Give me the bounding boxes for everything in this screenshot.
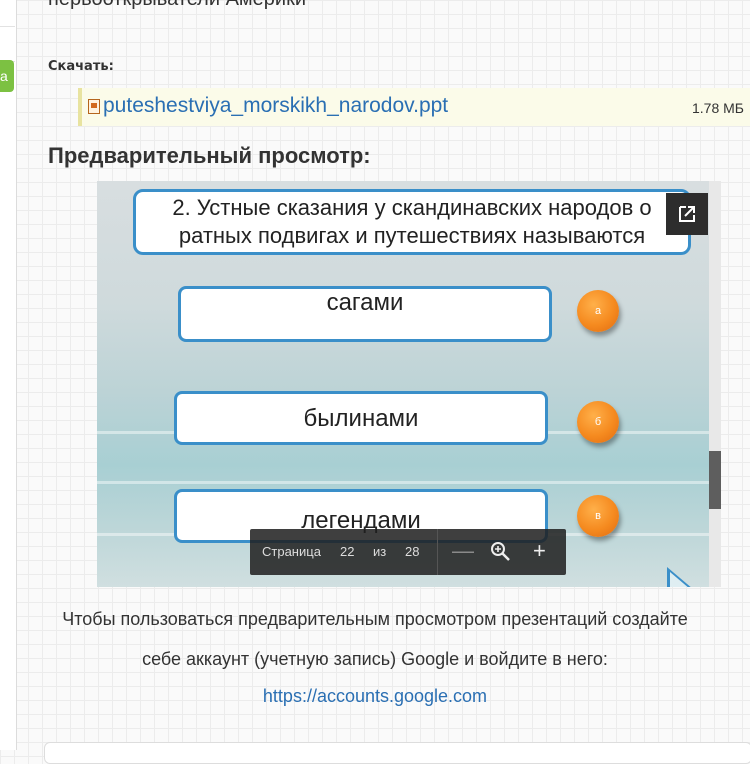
- download-file-row: puteshestviya_morskikh_narodov.ppt 1.78 …: [78, 88, 750, 126]
- sidebar-badge[interactable]: a: [0, 60, 14, 92]
- viewer-scrollbar[interactable]: [709, 181, 721, 587]
- answer-marker-b[interactable]: б: [577, 401, 619, 443]
- answer-option-a[interactable]: сагами: [178, 286, 552, 342]
- notice-line-1: Чтобы пользоваться предварительным просм…: [62, 609, 688, 629]
- of-label: из: [373, 544, 387, 559]
- open-external-icon: [679, 206, 695, 222]
- zoom-out-button[interactable]: —: [452, 537, 474, 565]
- answer-marker-c[interactable]: в: [577, 495, 619, 537]
- toolbar-divider: [437, 529, 438, 575]
- zoom-in-button[interactable]: +: [533, 537, 546, 565]
- answer-text: былинами: [303, 405, 419, 432]
- viewer-toolbar: Страница 22 из 28 — +: [250, 529, 566, 575]
- open-external-button[interactable]: [666, 193, 708, 235]
- page-label: Страница: [262, 544, 321, 559]
- answer-option-b[interactable]: былинами: [174, 391, 548, 445]
- file-size: 1.78 МБ: [692, 100, 744, 116]
- page-title: первооткрыватели Америки: [48, 0, 306, 11]
- question-box: 2. Устные сказания у скандинавских народ…: [133, 189, 691, 255]
- next-slide-arrow-fill: [670, 572, 690, 587]
- google-accounts-link[interactable]: https://accounts.google.com: [263, 686, 487, 706]
- left-rail-tab[interactable]: [0, 26, 15, 62]
- slide: 2. Устные сказания у скандинавских народ…: [97, 181, 709, 587]
- notice-line-2: себе аккаунт (учетную запись) Google и в…: [142, 649, 608, 669]
- question-line-2: ратных подвигах и путешествиях называютс…: [178, 223, 646, 248]
- left-rail: [0, 0, 17, 750]
- download-file-link[interactable]: puteshestviya_morskikh_narodov.ppt: [103, 94, 448, 118]
- sea-wave: [97, 481, 709, 484]
- presentation-viewer[interactable]: 2. Устные сказания у скандинавских народ…: [97, 181, 721, 587]
- ppt-file-icon: [88, 99, 100, 114]
- answer-text: сагами: [326, 289, 404, 316]
- question-line-1: 2. Устные сказания у скандинавских народ…: [172, 195, 652, 220]
- answer-marker-a[interactable]: а: [577, 290, 619, 332]
- download-label: Скачать:: [48, 59, 114, 74]
- total-pages: 28: [405, 544, 420, 559]
- viewer-scroll-thumb[interactable]: [709, 451, 721, 509]
- preview-heading: Предварительный просмотр:: [48, 143, 371, 168]
- current-page-number[interactable]: 22: [340, 544, 354, 559]
- zoom-icon[interactable]: [490, 541, 512, 570]
- next-section-panel: [44, 742, 750, 764]
